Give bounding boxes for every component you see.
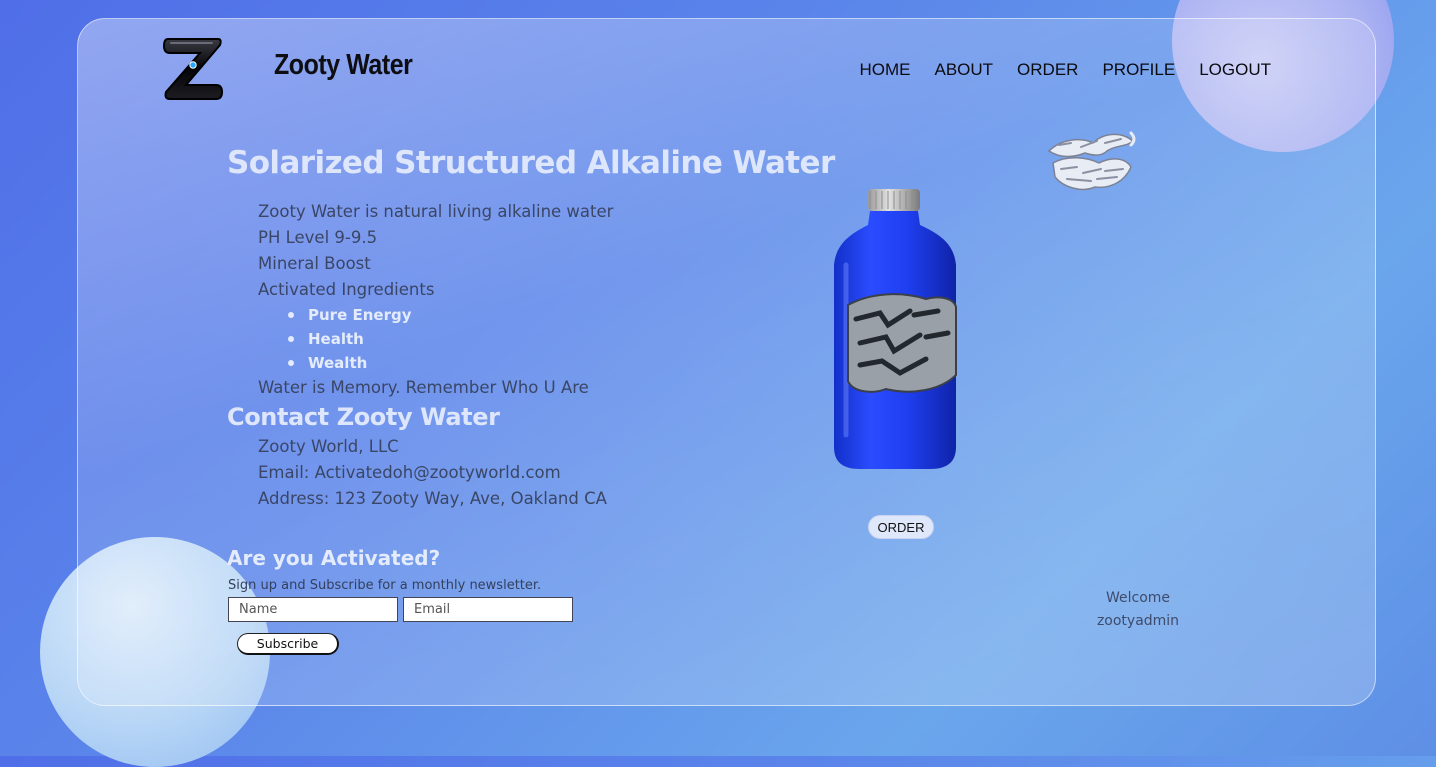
page-title: Solarized Structured Alkaline Water <box>227 145 835 181</box>
info-line: Mineral Boost <box>258 254 371 273</box>
contact-address: Address: 123 Zooty Way, Ave, Oakland CA <box>258 489 607 508</box>
nav-logout[interactable]: LOGOUT <box>1199 60 1271 80</box>
info-line: PH Level 9-9.5 <box>258 228 378 247</box>
newsletter-description: Sign up and Subscribe for a monthly news… <box>228 578 542 593</box>
nav-order[interactable]: ORDER <box>1017 60 1078 80</box>
nav-about[interactable]: ABOUT <box>934 60 993 80</box>
ingredient-item: Health <box>288 327 613 351</box>
welcome-panel: Welcome zootyadmin <box>1078 587 1198 633</box>
product-info-list: Zooty Water is natural living alkaline w… <box>258 199 613 401</box>
brand-name[interactable]: Zooty Water <box>274 49 413 82</box>
info-line: Water is Memory. Remember Who U Are <box>258 378 589 397</box>
ingredient-item: Wealth <box>288 351 613 375</box>
ingredients-container: Pure Energy Health Wealth <box>258 303 613 375</box>
contact-email: Email: Activatedoh@zootyworld.com <box>258 463 561 482</box>
subscribe-button[interactable]: Subscribe <box>237 633 339 655</box>
nav-home[interactable]: HOME <box>859 60 910 80</box>
main-nav: HOME ABOUT ORDER PROFILE LOGOUT <box>859 60 1271 80</box>
contact-list: Zooty World, LLC Email: Activatedoh@zoot… <box>258 434 607 512</box>
email-field[interactable] <box>403 597 573 622</box>
username: zootyadmin <box>1096 613 1180 629</box>
contact-title: Contact Zooty Water <box>227 403 500 431</box>
order-button[interactable]: ORDER <box>868 515 934 539</box>
z-logo-icon[interactable] <box>162 35 224 101</box>
name-field[interactable] <box>228 597 398 622</box>
ingredients-list: Pure Energy Health Wealth <box>258 303 613 375</box>
info-line: Activated Ingredients <box>258 280 435 299</box>
water-bottle-image <box>834 189 957 469</box>
nav-profile[interactable]: PROFILE <box>1102 60 1175 80</box>
welcome-label: Welcome <box>1105 590 1171 606</box>
main-card: Zooty Water HOME ABOUT ORDER PROFILE LOG… <box>77 18 1376 706</box>
newsletter-title: Are you Activated? <box>227 546 441 570</box>
contact-company: Zooty World, LLC <box>258 437 399 456</box>
ingredient-item: Pure Energy <box>288 303 613 327</box>
zooty-water-script-logo <box>1047 131 1136 191</box>
info-line: Zooty Water is natural living alkaline w… <box>258 202 614 221</box>
